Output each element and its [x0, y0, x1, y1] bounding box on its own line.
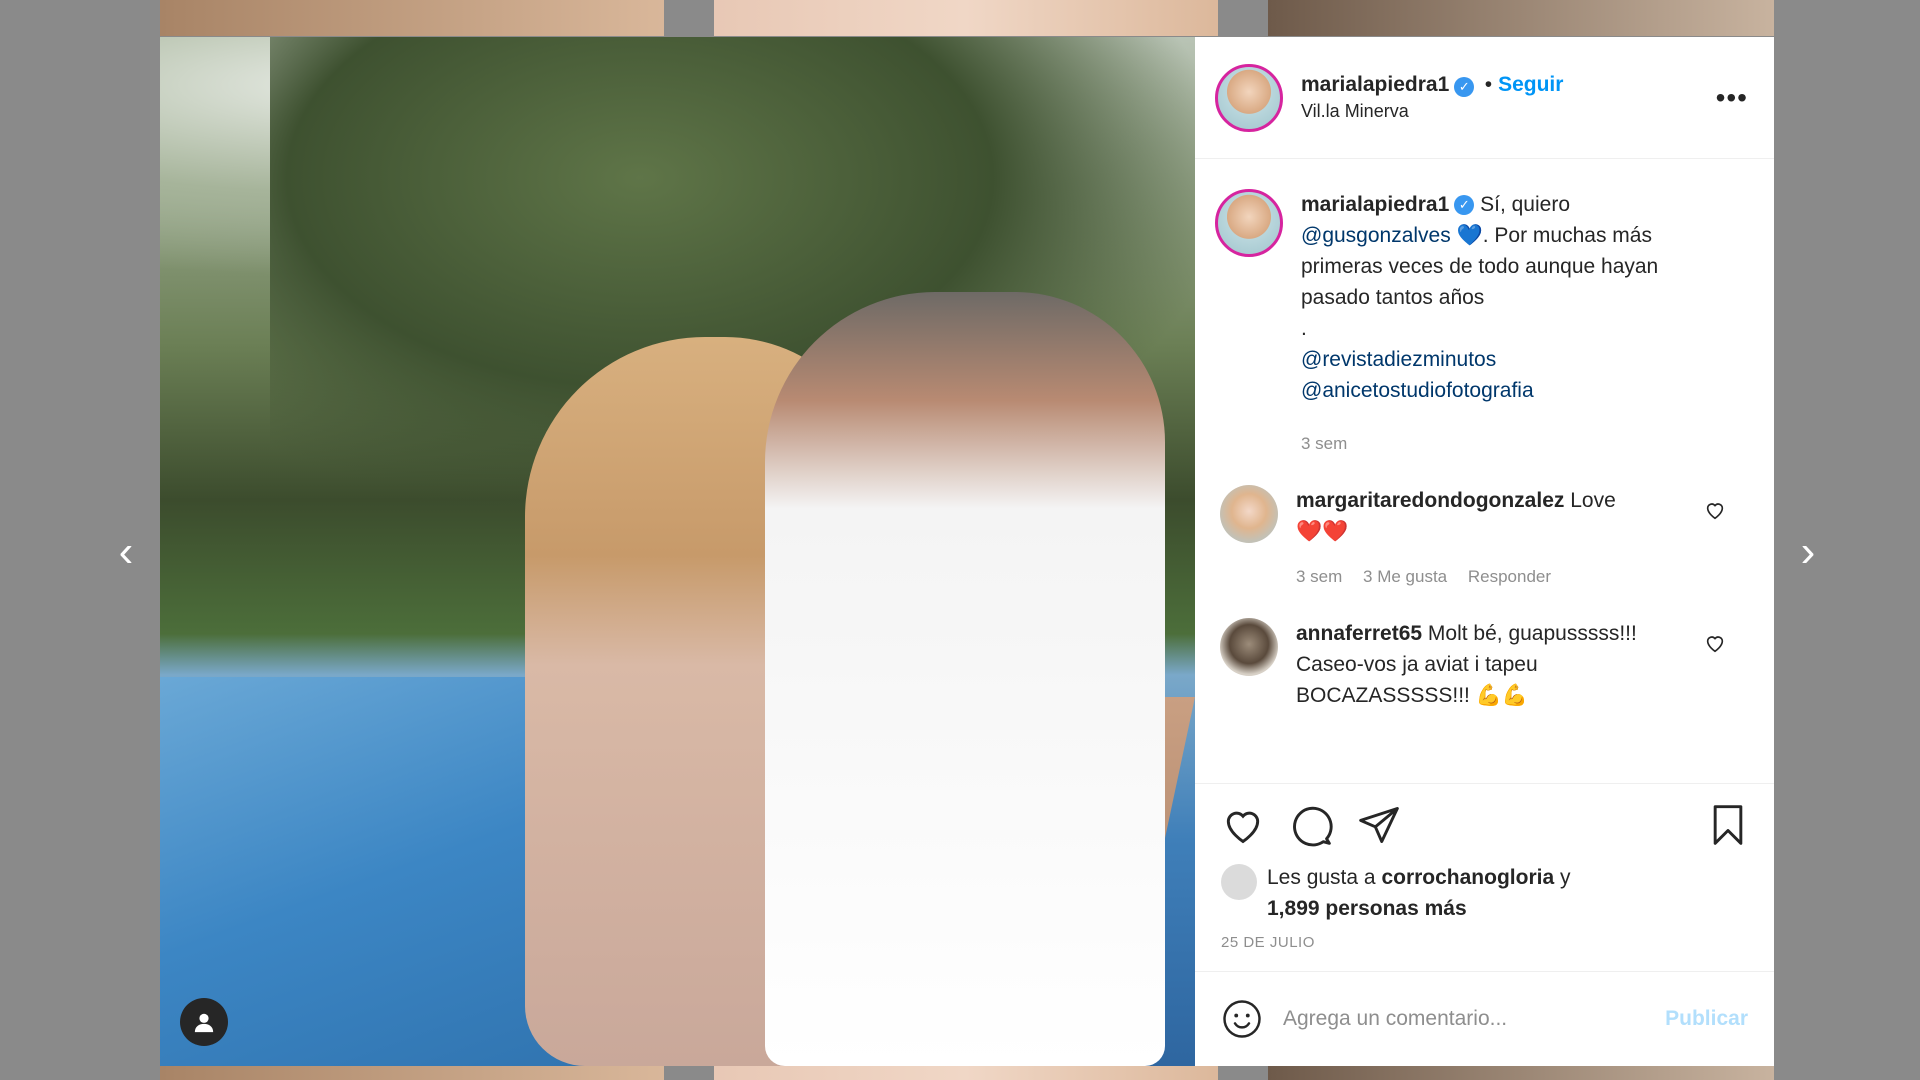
- location-link[interactable]: Vil.la Minerva: [1301, 101, 1710, 122]
- action-icons: [1221, 796, 1754, 854]
- post-sidebar: marialapiedra1 ✓ • Seguir Vil.la Minerva •…: [1195, 37, 1774, 1066]
- commenter-username[interactable]: annaferret65: [1296, 622, 1422, 645]
- commenter-avatar[interactable]: [1220, 485, 1278, 543]
- paper-plane-icon[interactable]: [1357, 803, 1401, 847]
- comment-input[interactable]: Agrega un comentario...: [1283, 1007, 1665, 1031]
- likes-summary: Les gusta a corrochanogloria y 1,899 per…: [1221, 862, 1754, 924]
- post-header: marialapiedra1 ✓ • Seguir Vil.la Minerva •…: [1195, 37, 1774, 159]
- user-icon: [194, 1013, 214, 1033]
- comment-likes-link[interactable]: 3 Me gusta: [1363, 567, 1447, 586]
- mention-link[interactable]: @gusgonzalves: [1301, 224, 1451, 247]
- heart-icon[interactable]: [1221, 803, 1265, 847]
- likes-prefix: Les gusta a: [1267, 866, 1376, 889]
- user-tags-button[interactable]: [180, 998, 228, 1046]
- caption-body: marialapiedra1 ✓ Sí, quiero @gusgonzalves…: [1301, 189, 1691, 459]
- comment-body: margaritaredondogonzalez Love ❤️❤️ 3 sem…: [1296, 485, 1686, 592]
- post-date: 25 DE JULIO: [1221, 934, 1315, 951]
- liker-avatar[interactable]: [1221, 864, 1257, 900]
- smiley-icon[interactable]: [1221, 998, 1263, 1040]
- thumbnail-bottom-2[interactable]: [714, 1066, 1218, 1080]
- author-avatar[interactable]: [1215, 63, 1283, 132]
- comment-item: annaferret65 Molt bé, guapusssss!!! Case…: [1215, 618, 1754, 711]
- mention-link[interactable]: @revistadiezminutos: [1301, 344, 1691, 375]
- caption-time-text: 3 sem: [1301, 434, 1348, 453]
- comment-body: annaferret65 Molt bé, guapusssss!!! Case…: [1296, 618, 1686, 711]
- verified-icon: ✓: [1454, 76, 1475, 97]
- heart-icon[interactable]: [1704, 632, 1726, 654]
- comment-emoji: ❤️❤️: [1296, 520, 1349, 543]
- caption-time: 3 sem: [1301, 428, 1691, 459]
- follow-button[interactable]: Seguir: [1498, 73, 1563, 96]
- author-username[interactable]: marialapiedra1: [1301, 73, 1449, 96]
- photo-man: [765, 292, 1165, 1066]
- blue-heart-emoji: 💙: [1456, 224, 1483, 247]
- next-post-arrow[interactable]: ›: [1790, 530, 1826, 574]
- caption-avatar[interactable]: [1215, 189, 1283, 257]
- comments-area: marialapiedra1 ✓ Sí, quiero @gusgonzalves…: [1195, 159, 1774, 783]
- thumbnail-top-2[interactable]: [714, 0, 1218, 36]
- post-modal: marialapiedra1 ✓ • Seguir Vil.la Minerva •…: [160, 37, 1774, 1066]
- comment-item: margaritaredondogonzalez Love ❤️❤️ 3 sem…: [1215, 485, 1754, 592]
- separator-dot: •: [1484, 73, 1493, 96]
- comment-icon[interactable]: [1289, 803, 1333, 847]
- verified-icon: ✓: [1454, 195, 1475, 216]
- mention-link[interactable]: @anicetostudiofotografia: [1301, 375, 1691, 406]
- commenter-avatar[interactable]: [1220, 618, 1278, 676]
- post-photo: [160, 37, 1195, 1066]
- likes-text: Les gusta a corrochanogloria y 1,899 per…: [1267, 862, 1570, 924]
- post-actions: Les gusta a corrochanogloria y 1,899 per…: [1195, 783, 1774, 951]
- likes-conj: y: [1559, 866, 1571, 889]
- comment-composer: Agrega un comentario... Publicar: [1195, 971, 1774, 1066]
- thumbnail-bottom-3[interactable]: [1268, 1066, 1774, 1080]
- reply-button[interactable]: Responder: [1468, 567, 1551, 586]
- thumbnail-bottom-1[interactable]: [160, 1066, 664, 1080]
- thumbnail-top-3[interactable]: [1268, 0, 1774, 36]
- bookmark-icon[interactable]: [1706, 803, 1750, 847]
- caption-username[interactable]: marialapiedra1: [1301, 193, 1449, 216]
- commenter-username[interactable]: margaritaredondogonzalez: [1296, 489, 1564, 512]
- caption-dot: .: [1301, 317, 1307, 340]
- author-info: marialapiedra1 ✓ • Seguir Vil.la Minerva: [1301, 73, 1710, 122]
- comment-text: Love: [1570, 489, 1616, 512]
- liker-username[interactable]: corrochanogloria: [1381, 866, 1554, 889]
- more-options-button[interactable]: •••: [1710, 82, 1754, 114]
- caption-text-1: Sí, quiero: [1480, 193, 1570, 216]
- comment-meta: 3 sem 3 Me gusta Responder: [1296, 561, 1686, 592]
- comment-time: 3 sem: [1296, 567, 1343, 586]
- caption: marialapiedra1 ✓ Sí, quiero @gusgonzalves…: [1215, 189, 1754, 459]
- heart-icon[interactable]: [1704, 499, 1726, 521]
- publish-button[interactable]: Publicar: [1665, 1007, 1748, 1031]
- comment-emoji: 💪💪: [1475, 684, 1529, 707]
- likes-count-link[interactable]: 1,899 personas más: [1267, 897, 1467, 920]
- prev-post-arrow[interactable]: ‹: [108, 530, 144, 574]
- thumbnail-top-1[interactable]: [160, 0, 664, 36]
